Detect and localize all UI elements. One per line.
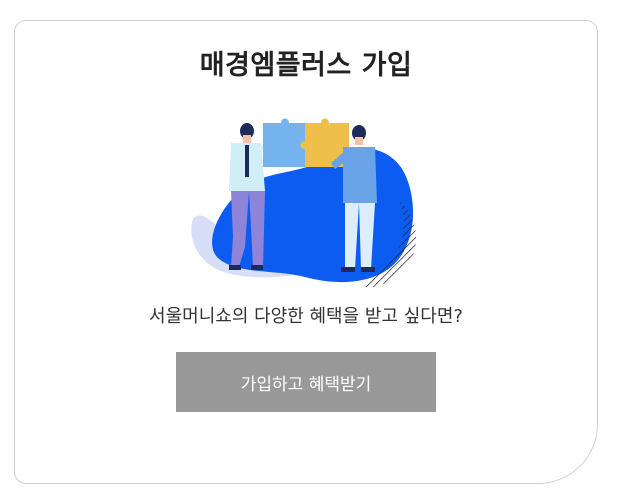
page-title: 매경엠플러스 가입	[199, 50, 413, 81]
tagline-text: 서울머니쇼의 다양한 혜택을 받고 싶다면?	[149, 306, 463, 327]
signup-card: 매경엠플러스 가입 서울머니쇼의 다양한 혜택을 받고 싶다면? 가입하고 혜택…	[14, 20, 598, 484]
signup-button[interactable]: 가입하고 혜택받기	[176, 352, 436, 412]
puzzle-partners-illustration	[191, 118, 417, 287]
